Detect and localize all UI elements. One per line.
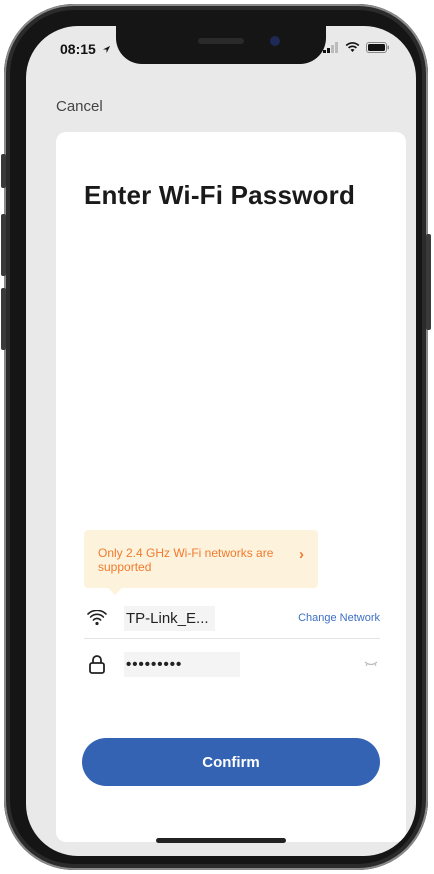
phone-frame: 08:15 Cancel Enter Wi-Fi Password Only 2… (1, 4, 431, 870)
status-time: 08:15 (60, 41, 111, 57)
volume-down-button (1, 288, 6, 350)
notice-tail (108, 588, 122, 595)
location-arrow-icon (102, 45, 110, 54)
notice-text: Only 2.4 GHz Wi-Fi networks are supporte… (98, 546, 274, 574)
network-ssid: TP-Link_E... (124, 605, 215, 631)
notch (116, 26, 326, 64)
status-time-text: 08:15 (60, 41, 96, 57)
front-camera (270, 36, 280, 46)
network-row: TP-Link_E... Change Network (84, 598, 380, 639)
signal-icon (323, 42, 338, 53)
wifi-icon (345, 42, 360, 52)
power-button (426, 234, 431, 330)
page-title: Enter Wi-Fi Password (84, 180, 356, 210)
confirm-button[interactable]: Confirm (82, 738, 380, 786)
screen: 08:15 Cancel Enter Wi-Fi Password Only 2… (26, 26, 416, 856)
cancel-button[interactable]: Cancel (56, 98, 103, 115)
change-network-link[interactable]: Change Network (298, 612, 380, 624)
lock-icon (84, 652, 110, 676)
password-row (84, 644, 380, 684)
password-card: Enter Wi-Fi Password Only 2.4 GHz Wi-Fi … (56, 132, 406, 842)
mute-switch (1, 154, 6, 188)
volume-up-button (1, 214, 6, 276)
home-indicator (156, 838, 286, 843)
speaker-grille (198, 38, 244, 44)
chevron-right-icon: › (299, 546, 304, 563)
battery-icon (366, 42, 389, 53)
frequency-notice[interactable]: Only 2.4 GHz Wi-Fi networks are supporte… (84, 530, 318, 595)
eye-closed-icon[interactable] (362, 657, 380, 671)
status-icons (323, 42, 390, 53)
wifi-icon (84, 606, 110, 630)
password-input[interactable] (124, 651, 240, 677)
